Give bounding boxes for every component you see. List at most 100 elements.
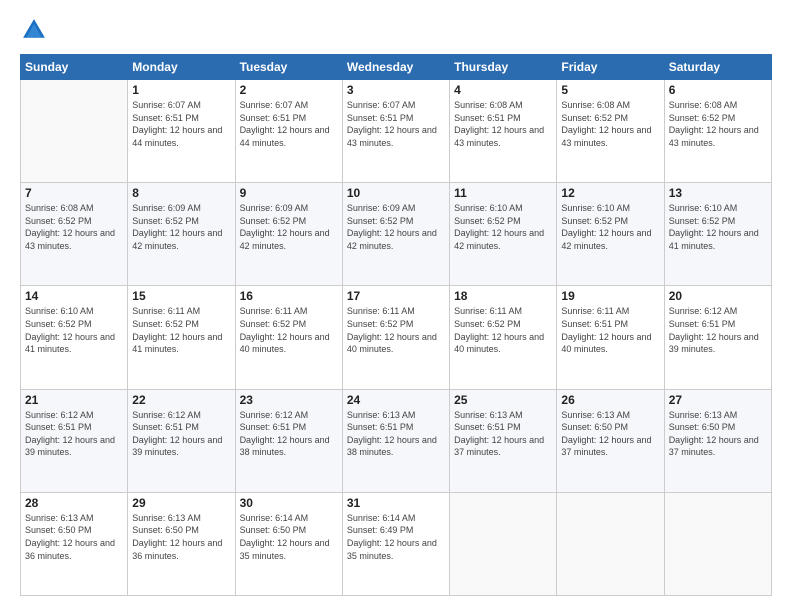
weekday-header: Monday <box>128 55 235 80</box>
day-number: 4 <box>454 83 552 97</box>
logo-icon <box>20 16 48 44</box>
day-info: Sunrise: 6:09 AMSunset: 6:52 PMDaylight:… <box>240 202 338 252</box>
weekday-header: Tuesday <box>235 55 342 80</box>
calendar-cell: 5 Sunrise: 6:08 AMSunset: 6:52 PMDaylight… <box>557 80 664 183</box>
day-number: 10 <box>347 186 445 200</box>
day-info: Sunrise: 6:10 AMSunset: 6:52 PMDaylight:… <box>561 202 659 252</box>
day-info: Sunrise: 6:13 AMSunset: 6:51 PMDaylight:… <box>454 409 552 459</box>
day-info: Sunrise: 6:13 AMSunset: 6:50 PMDaylight:… <box>132 512 230 562</box>
day-info: Sunrise: 6:13 AMSunset: 6:50 PMDaylight:… <box>561 409 659 459</box>
calendar-cell: 11 Sunrise: 6:10 AMSunset: 6:52 PMDayligh… <box>450 183 557 286</box>
logo <box>20 16 52 44</box>
day-info: Sunrise: 6:13 AMSunset: 6:51 PMDaylight:… <box>347 409 445 459</box>
weekday-header: Sunday <box>21 55 128 80</box>
day-info: Sunrise: 6:11 AMSunset: 6:52 PMDaylight:… <box>132 305 230 355</box>
calendar-cell: 29 Sunrise: 6:13 AMSunset: 6:50 PMDayligh… <box>128 492 235 595</box>
day-number: 2 <box>240 83 338 97</box>
calendar-cell: 10 Sunrise: 6:09 AMSunset: 6:52 PMDayligh… <box>342 183 449 286</box>
day-info: Sunrise: 6:14 AMSunset: 6:49 PMDaylight:… <box>347 512 445 562</box>
calendar-cell: 15Sunrise: 6:11 AMSunset: 6:52 PMDayligh… <box>128 286 235 389</box>
day-info: Sunrise: 6:08 AMSunset: 6:52 PMDaylight:… <box>25 202 123 252</box>
calendar-cell <box>21 80 128 183</box>
day-info: Sunrise: 6:14 AMSunset: 6:50 PMDaylight:… <box>240 512 338 562</box>
calendar-cell: 27 Sunrise: 6:13 AMSunset: 6:50 PMDayligh… <box>664 389 771 492</box>
day-info: Sunrise: 6:12 AMSunset: 6:51 PMDaylight:… <box>240 409 338 459</box>
day-number: 31 <box>347 496 445 510</box>
day-number: 25 <box>454 393 552 407</box>
day-number: 23 <box>240 393 338 407</box>
day-number: 21 <box>25 393 123 407</box>
calendar-cell: 19 Sunrise: 6:11 AMSunset: 6:51 PMDayligh… <box>557 286 664 389</box>
calendar-cell: 23 Sunrise: 6:12 AMSunset: 6:51 PMDayligh… <box>235 389 342 492</box>
day-info: Sunrise: 6:07 AMSunset: 6:51 PMDaylight:… <box>132 99 230 149</box>
day-number: 26 <box>561 393 659 407</box>
day-info: Sunrise: 6:10 AMSunset: 6:52 PMDaylight:… <box>454 202 552 252</box>
day-number: 5 <box>561 83 659 97</box>
calendar-cell: 28Sunrise: 6:13 AMSunset: 6:50 PMDayligh… <box>21 492 128 595</box>
day-number: 8 <box>132 186 230 200</box>
weekday-header: Thursday <box>450 55 557 80</box>
day-number: 14 <box>25 289 123 303</box>
calendar-cell: 13Sunrise: 6:10 AMSunset: 6:52 PMDayligh… <box>664 183 771 286</box>
day-number: 1 <box>132 83 230 97</box>
calendar-cell: 3 Sunrise: 6:07 AMSunset: 6:51 PMDaylight… <box>342 80 449 183</box>
day-number: 22 <box>132 393 230 407</box>
day-info: Sunrise: 6:11 AMSunset: 6:52 PMDaylight:… <box>347 305 445 355</box>
day-number: 9 <box>240 186 338 200</box>
day-info: Sunrise: 6:13 AMSunset: 6:50 PMDaylight:… <box>669 409 767 459</box>
calendar-cell: 4 Sunrise: 6:08 AMSunset: 6:51 PMDaylight… <box>450 80 557 183</box>
day-info: Sunrise: 6:07 AMSunset: 6:51 PMDaylight:… <box>240 99 338 149</box>
day-info: Sunrise: 6:08 AMSunset: 6:51 PMDaylight:… <box>454 99 552 149</box>
day-number: 12 <box>561 186 659 200</box>
day-info: Sunrise: 6:11 AMSunset: 6:52 PMDaylight:… <box>240 305 338 355</box>
day-number: 7 <box>25 186 123 200</box>
calendar-cell: 9 Sunrise: 6:09 AMSunset: 6:52 PMDaylight… <box>235 183 342 286</box>
page: SundayMondayTuesdayWednesdayThursdayFrid… <box>0 0 792 612</box>
calendar-cell: 21Sunrise: 6:12 AMSunset: 6:51 PMDayligh… <box>21 389 128 492</box>
calendar-cell: 1 Sunrise: 6:07 AMSunset: 6:51 PMDaylight… <box>128 80 235 183</box>
day-number: 20 <box>669 289 767 303</box>
calendar-cell: 30 Sunrise: 6:14 AMSunset: 6:50 PMDayligh… <box>235 492 342 595</box>
day-number: 17 <box>347 289 445 303</box>
calendar-cell: 26 Sunrise: 6:13 AMSunset: 6:50 PMDayligh… <box>557 389 664 492</box>
day-number: 27 <box>669 393 767 407</box>
day-info: Sunrise: 6:10 AMSunset: 6:52 PMDaylight:… <box>25 305 123 355</box>
calendar-cell <box>450 492 557 595</box>
weekday-header: Saturday <box>664 55 771 80</box>
calendar-table: SundayMondayTuesdayWednesdayThursdayFrid… <box>20 54 772 596</box>
day-info: Sunrise: 6:12 AMSunset: 6:51 PMDaylight:… <box>669 305 767 355</box>
day-number: 24 <box>347 393 445 407</box>
day-number: 6 <box>669 83 767 97</box>
day-number: 3 <box>347 83 445 97</box>
day-info: Sunrise: 6:09 AMSunset: 6:52 PMDaylight:… <box>347 202 445 252</box>
weekday-header: Wednesday <box>342 55 449 80</box>
day-info: Sunrise: 6:10 AMSunset: 6:52 PMDaylight:… <box>669 202 767 252</box>
calendar-cell <box>664 492 771 595</box>
day-number: 30 <box>240 496 338 510</box>
calendar-cell <box>557 492 664 595</box>
day-info: Sunrise: 6:13 AMSunset: 6:50 PMDaylight:… <box>25 512 123 562</box>
day-info: Sunrise: 6:11 AMSunset: 6:51 PMDaylight:… <box>561 305 659 355</box>
day-number: 19 <box>561 289 659 303</box>
day-info: Sunrise: 6:08 AMSunset: 6:52 PMDaylight:… <box>561 99 659 149</box>
calendar-cell: 25 Sunrise: 6:13 AMSunset: 6:51 PMDayligh… <box>450 389 557 492</box>
calendar-cell: 8 Sunrise: 6:09 AMSunset: 6:52 PMDaylight… <box>128 183 235 286</box>
day-number: 29 <box>132 496 230 510</box>
calendar-cell: 17 Sunrise: 6:11 AMSunset: 6:52 PMDayligh… <box>342 286 449 389</box>
calendar-cell: 24 Sunrise: 6:13 AMSunset: 6:51 PMDayligh… <box>342 389 449 492</box>
calendar-cell: 6 Sunrise: 6:08 AMSunset: 6:52 PMDaylight… <box>664 80 771 183</box>
calendar-cell: 16 Sunrise: 6:11 AMSunset: 6:52 PMDayligh… <box>235 286 342 389</box>
day-info: Sunrise: 6:08 AMSunset: 6:52 PMDaylight:… <box>669 99 767 149</box>
day-info: Sunrise: 6:09 AMSunset: 6:52 PMDaylight:… <box>132 202 230 252</box>
calendar-cell: 2 Sunrise: 6:07 AMSunset: 6:51 PMDaylight… <box>235 80 342 183</box>
day-number: 11 <box>454 186 552 200</box>
day-number: 18 <box>454 289 552 303</box>
calendar-cell: 12 Sunrise: 6:10 AMSunset: 6:52 PMDayligh… <box>557 183 664 286</box>
day-number: 16 <box>240 289 338 303</box>
calendar-cell: 7 Sunrise: 6:08 AMSunset: 6:52 PMDaylight… <box>21 183 128 286</box>
day-info: Sunrise: 6:07 AMSunset: 6:51 PMDaylight:… <box>347 99 445 149</box>
header <box>20 16 772 44</box>
weekday-header: Friday <box>557 55 664 80</box>
day-info: Sunrise: 6:12 AMSunset: 6:51 PMDaylight:… <box>132 409 230 459</box>
calendar-cell: 20 Sunrise: 6:12 AMSunset: 6:51 PMDayligh… <box>664 286 771 389</box>
